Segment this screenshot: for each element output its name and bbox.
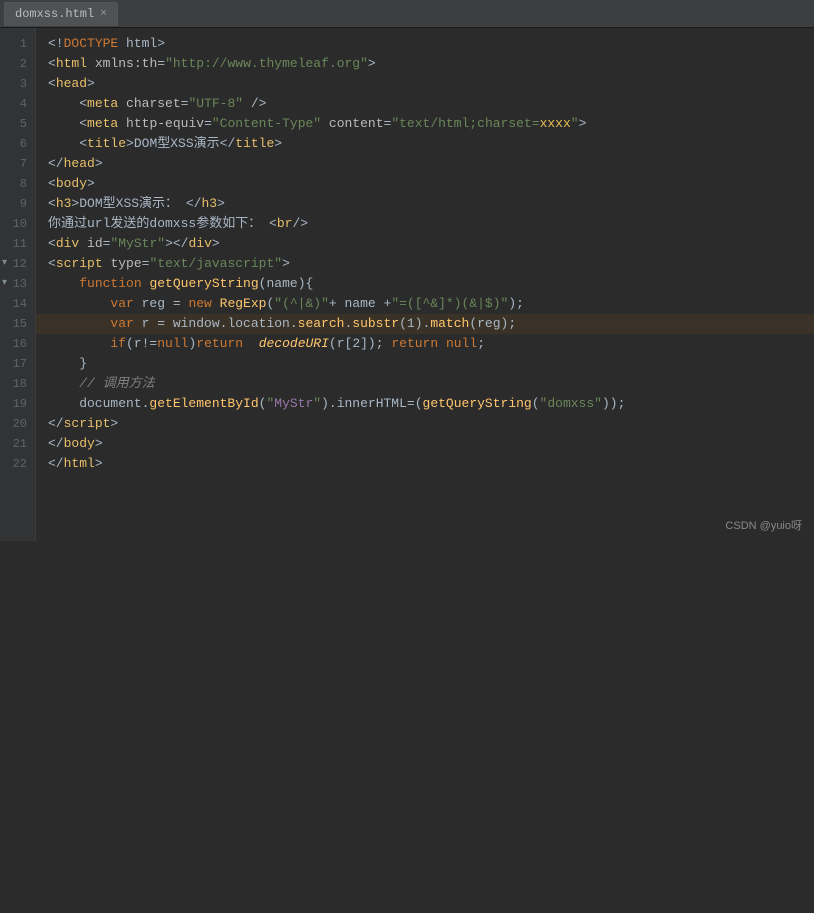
code-line-13: function getQueryString(name){ [36, 274, 814, 294]
line-number-21: 21 [0, 434, 35, 454]
code-line-5: <meta http-equiv="Content-Type" content=… [36, 114, 814, 134]
code-line-17: } [36, 354, 814, 374]
line-number-8: 8 [0, 174, 35, 194]
line-number-15: 15 [0, 314, 35, 334]
watermark: CSDN @yuio呀 [725, 517, 802, 533]
line-number-4: 4 [0, 94, 35, 114]
code-line-4: <meta charset="UTF-8" /> [36, 94, 814, 114]
code-line-16: if(r!=null)return decodeURI(r[2]); retur… [36, 334, 814, 354]
code-line-12: <script type="text/javascript"> [36, 254, 814, 274]
code-content[interactable]: <!DOCTYPE html> <html xmlns:th="http://w… [36, 28, 814, 541]
line-number-17: 17 [0, 354, 35, 374]
line-number-2: 2 [0, 54, 35, 74]
line-number-9: 9 [0, 194, 35, 214]
line-number-13: 13 [0, 274, 35, 294]
line-number-5: 5 [0, 114, 35, 134]
line-number-22: 22 [0, 454, 35, 474]
line-number-7: 7 [0, 154, 35, 174]
code-line-18: // 调用方法 [36, 374, 814, 394]
code-line-3: <head> [36, 74, 814, 94]
line-number-20: 20 [0, 414, 35, 434]
line-numbers: 1 2 3 4 5 6 7 8 9 10 11 12 13 14 15 16 1… [0, 28, 36, 541]
code-line-7: </head> [36, 154, 814, 174]
line-number-18: 18 [0, 374, 35, 394]
code-line-15: var r = window.location.search.substr(1)… [36, 314, 814, 334]
file-tab[interactable]: domxss.html × [4, 2, 118, 26]
code-line-11: <div id="MyStr"></div> [36, 234, 814, 254]
tab-bar: domxss.html × [0, 0, 814, 28]
line-number-1: 1 [0, 34, 35, 54]
line-number-12: 12 [0, 254, 35, 274]
line-number-11: 11 [0, 234, 35, 254]
code-line-14: var reg = new RegExp("(^|&)"+ name +"=([… [36, 294, 814, 314]
line-number-19: 19 [0, 394, 35, 414]
code-line-20: </script> [36, 414, 814, 434]
editor-area: 1 2 3 4 5 6 7 8 9 10 11 12 13 14 15 16 1… [0, 28, 814, 541]
code-line-10: 你通过url发送的domxss参数如下： <br/> [36, 214, 814, 234]
code-line-1: <!DOCTYPE html> [36, 34, 814, 54]
code-line-22: </html> [36, 454, 814, 474]
line-number-3: 3 [0, 74, 35, 94]
close-icon[interactable]: × [100, 8, 107, 20]
code-line-2: <html xmlns:th="http://www.thymeleaf.org… [36, 54, 814, 74]
code-line-6: <title>DOM型XSS演示</title> [36, 134, 814, 154]
code-line-9: <h3>DOM型XSS演示： </h3> [36, 194, 814, 214]
line-number-6: 6 [0, 134, 35, 154]
code-line-19: document.getElementById("MyStr").innerHT… [36, 394, 814, 414]
code-line-21: </body> [36, 434, 814, 454]
code-line-8: <body> [36, 174, 814, 194]
line-number-10: 10 [0, 214, 35, 234]
line-number-14: 14 [0, 294, 35, 314]
tab-filename: domxss.html [15, 7, 94, 21]
line-number-16: 16 [0, 334, 35, 354]
